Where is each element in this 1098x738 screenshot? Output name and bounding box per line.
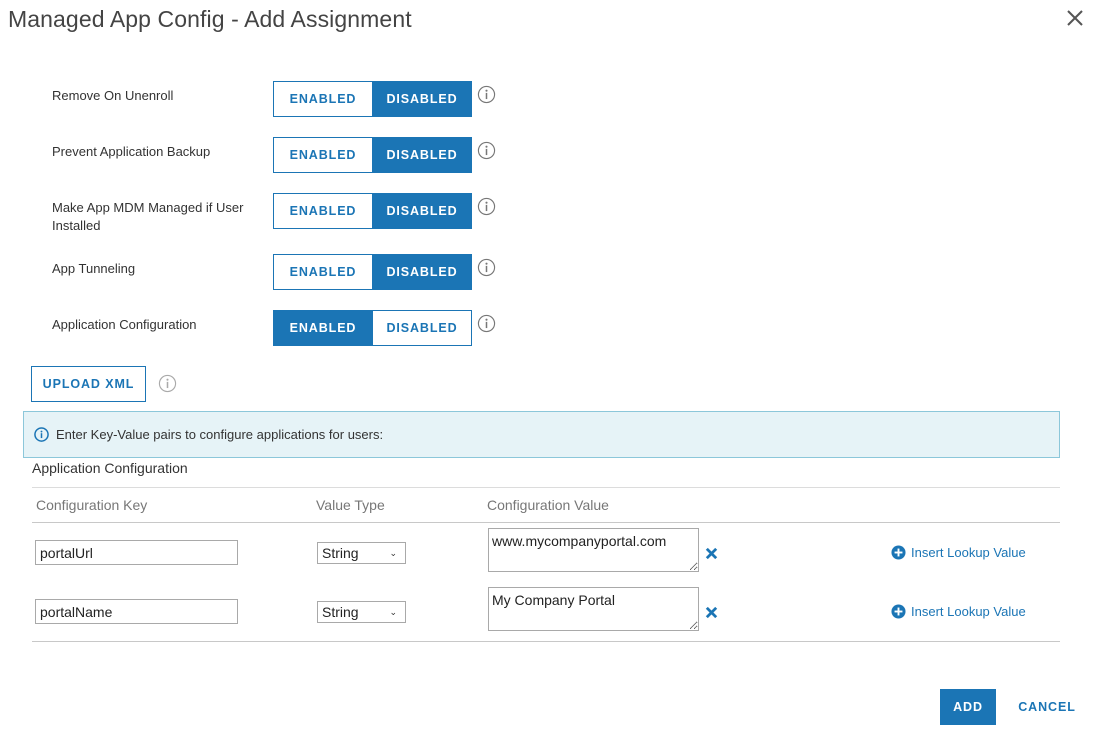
- config-value-textarea[interactable]: My Company Portal: [488, 587, 699, 631]
- toggle-label: App Tunneling: [52, 261, 136, 276]
- config-key-input[interactable]: [35, 599, 238, 624]
- chevron-down-icon: ⌄: [389, 606, 397, 617]
- disabled-option[interactable]: DISABLED: [372, 255, 471, 289]
- app-configuration-toggle: ENABLED DISABLED: [273, 310, 472, 346]
- insert-lookup-label: Insert Lookup Value: [911, 604, 1026, 619]
- disabled-option[interactable]: DISABLED: [372, 82, 471, 116]
- prevent-backup-toggle: ENABLED DISABLED: [273, 137, 472, 173]
- disabled-option[interactable]: DISABLED: [372, 311, 471, 345]
- info-banner: Enter Key-Value pairs to configure appli…: [23, 411, 1060, 458]
- enabled-option[interactable]: ENABLED: [274, 82, 372, 116]
- info-icon[interactable]: [477, 141, 496, 160]
- add-button[interactable]: ADD: [940, 689, 996, 725]
- toggle-label: Application Configuration: [52, 317, 197, 332]
- upload-xml-button[interactable]: UPLOAD XML: [31, 366, 146, 402]
- enabled-option[interactable]: ENABLED: [274, 311, 372, 345]
- toggle-label: Prevent Application Backup: [52, 144, 211, 159]
- delete-icon[interactable]: [704, 546, 719, 561]
- app-tunneling-toggle: ENABLED DISABLED: [273, 254, 472, 290]
- toggle-label: Remove On Unenroll: [52, 88, 174, 103]
- info-icon[interactable]: [477, 314, 496, 333]
- column-header-type: Value Type: [316, 497, 385, 513]
- plus-circle-icon: [891, 604, 906, 619]
- value-type-select[interactable]: String ⌄: [317, 542, 406, 564]
- insert-lookup-button[interactable]: Insert Lookup Value: [891, 604, 1026, 619]
- insert-lookup-button[interactable]: Insert Lookup Value: [891, 545, 1026, 560]
- info-icon[interactable]: [477, 258, 496, 277]
- dialog-title: Managed App Config - Add Assignment: [8, 6, 412, 32]
- toggle-label: Make App MDM Managed if User Installed: [52, 200, 244, 233]
- close-icon[interactable]: [1064, 7, 1086, 29]
- select-value: String: [322, 545, 359, 561]
- remove-on-unenroll-toggle: ENABLED DISABLED: [273, 81, 472, 117]
- info-icon[interactable]: [477, 85, 496, 104]
- cancel-button[interactable]: CANCEL: [1013, 689, 1081, 725]
- divider: [32, 641, 1060, 642]
- delete-icon[interactable]: [704, 605, 719, 620]
- divider: [32, 487, 1060, 488]
- config-value-textarea[interactable]: www.mycompanyportal.com: [488, 528, 699, 572]
- banner-text: Enter Key-Value pairs to configure appli…: [56, 427, 384, 442]
- mdm-managed-toggle: ENABLED DISABLED: [273, 193, 472, 229]
- enabled-option[interactable]: ENABLED: [274, 194, 372, 228]
- enabled-option[interactable]: ENABLED: [274, 255, 372, 289]
- select-value: String: [322, 604, 359, 620]
- disabled-option[interactable]: DISABLED: [372, 194, 471, 228]
- config-key-input[interactable]: [35, 540, 238, 565]
- disabled-option[interactable]: DISABLED: [372, 138, 471, 172]
- insert-lookup-label: Insert Lookup Value: [911, 545, 1026, 560]
- info-icon[interactable]: [477, 197, 496, 216]
- column-header-value: Configuration Value: [487, 497, 609, 513]
- divider: [32, 522, 1060, 523]
- chevron-down-icon: ⌄: [389, 547, 397, 558]
- info-circle-icon: [34, 427, 49, 442]
- enabled-option[interactable]: ENABLED: [274, 138, 372, 172]
- column-header-key: Configuration Key: [36, 497, 148, 513]
- value-type-select[interactable]: String ⌄: [317, 601, 406, 623]
- section-title: Application Configuration: [32, 460, 188, 476]
- info-icon[interactable]: [158, 374, 177, 393]
- plus-circle-icon: [891, 545, 906, 560]
